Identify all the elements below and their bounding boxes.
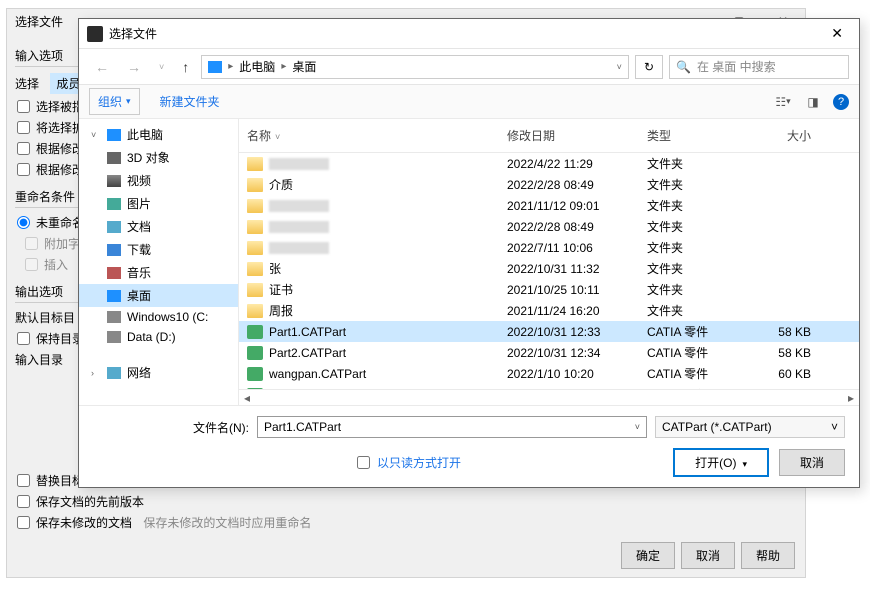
chk-by-change2[interactable]: [17, 163, 30, 176]
chk-save-unchanged[interactable]: [17, 516, 30, 529]
col-name[interactable]: 名称˅: [239, 123, 499, 148]
chk-select-by-ref[interactable]: [17, 100, 30, 113]
col-date[interactable]: 修改日期: [499, 123, 639, 148]
parent-ok-button[interactable]: 确定: [621, 542, 675, 569]
file-row[interactable]: 证书2021/10/25 10:11文件夹: [239, 279, 859, 300]
file-row[interactable]: 周报2021/11/24 16:20文件夹: [239, 300, 859, 321]
parent-cancel-button[interactable]: 取消: [681, 542, 735, 569]
file-row[interactable]: Part2.CATPart2022/10/31 12:34CATIA 零件58 …: [239, 342, 859, 363]
tree-item[interactable]: 文档: [79, 215, 238, 238]
tree-item[interactable]: Windows10 (C:: [79, 307, 238, 327]
address-dropdown[interactable]: ˅: [617, 62, 622, 72]
new-folder-button[interactable]: 新建文件夹: [152, 89, 228, 114]
path-loc[interactable]: 桌面: [292, 58, 316, 75]
default-target-label: 默认目标目: [15, 309, 75, 326]
open-button[interactable]: 打开(O)▾: [673, 448, 769, 477]
chevron-right-icon: ▸: [281, 61, 286, 72]
chk-by-change[interactable]: [17, 142, 30, 155]
col-size[interactable]: 大小: [759, 123, 829, 148]
filetype-filter[interactable]: CATPart (*.CATPart)˅: [655, 416, 845, 438]
chk-keep-dir[interactable]: [17, 332, 30, 345]
tree-item[interactable]: 3D 对象: [79, 146, 238, 169]
readonly-checkbox[interactable]: [357, 456, 370, 469]
parent-help-button[interactable]: 帮助: [741, 542, 795, 569]
filename-input[interactable]: Part1.CATPart˅: [257, 416, 647, 438]
search-input[interactable]: 🔍 在 桌面 中搜索: [669, 55, 849, 79]
refresh-button[interactable]: ↻: [635, 55, 663, 79]
address-bar[interactable]: ▸ 此电脑 ▸ 桌面 ˅: [201, 55, 629, 79]
file-row[interactable]: wangpan.CATPart2022/1/10 10:20CATIA 零件60…: [239, 363, 859, 384]
cancel-button[interactable]: 取消: [779, 449, 845, 476]
app-icon: [87, 26, 103, 42]
nav-forward: →: [121, 55, 147, 79]
select-label: 选择: [15, 75, 39, 92]
nav-recent[interactable]: ˅: [153, 58, 170, 76]
tree-item[interactable]: 下载: [79, 238, 238, 261]
chk-insert: [25, 258, 38, 271]
file-list[interactable]: 2022/4/22 11:29文件夹介质2022/2/28 08:49文件夹20…: [239, 153, 859, 389]
search-placeholder: 在 桌面 中搜索: [697, 58, 776, 75]
location-icon: [208, 61, 222, 73]
radio-unrenamed[interactable]: [17, 216, 30, 229]
file-open-dialog: 选择文件 ✕ ← → ˅ ↑ ▸ 此电脑 ▸ 桌面 ˅ ↻ 🔍 在 桌面 中搜索…: [78, 18, 860, 488]
chevron-right-icon: ▸: [228, 61, 233, 72]
file-row[interactable]: 2022/2/28 08:49文件夹: [239, 216, 859, 237]
file-row[interactable]: 张2022/10/31 11:32文件夹: [239, 258, 859, 279]
view-mode-button[interactable]: ☷ ▾: [773, 94, 793, 110]
chk-expand-select[interactable]: [17, 121, 30, 134]
search-icon: 🔍: [676, 60, 691, 74]
preview-pane-button[interactable]: ◨: [803, 94, 823, 110]
column-headers: 名称˅ 修改日期 类型 大小: [239, 119, 859, 153]
close-button[interactable]: ✕: [823, 21, 851, 46]
file-row[interactable]: 2022/7/11 10:06文件夹: [239, 237, 859, 258]
chk-save-prev[interactable]: [17, 495, 30, 508]
file-row[interactable]: 2021/11/12 09:01文件夹: [239, 195, 859, 216]
dialog-title: 选择文件: [109, 25, 157, 42]
tree-item[interactable]: 图片: [79, 192, 238, 215]
help-icon[interactable]: ?: [833, 94, 849, 110]
organize-button[interactable]: 组织▾: [89, 88, 140, 115]
tree-item[interactable]: 桌面: [79, 284, 238, 307]
folder-tree[interactable]: ˅此电脑3D 对象视频图片文档下载音乐桌面Windows10 (C:Data (…: [79, 119, 239, 405]
nav-back[interactable]: ←: [89, 55, 115, 79]
path-root[interactable]: 此电脑: [239, 58, 275, 75]
tree-item[interactable]: Data (D:): [79, 327, 238, 347]
input-dir-label: 输入目录: [15, 351, 63, 368]
tree-item[interactable]: ˅此电脑: [79, 123, 238, 146]
nav-up[interactable]: ↑: [176, 55, 195, 79]
filename-label: 文件名(N):: [93, 419, 249, 436]
horizontal-scrollbar[interactable]: ◂▸: [239, 389, 859, 405]
file-row[interactable]: 2022/4/22 11:29文件夹: [239, 153, 859, 174]
chk-append-char: [25, 237, 38, 250]
file-row[interactable]: 介质2022/2/28 08:49文件夹: [239, 174, 859, 195]
chk-replace-target[interactable]: [17, 474, 30, 487]
tree-item[interactable]: ›网络: [79, 361, 238, 384]
tree-item[interactable]: 视频: [79, 169, 238, 192]
col-type[interactable]: 类型: [639, 123, 759, 148]
file-row[interactable]: Part1.CATPart2022/10/31 12:33CATIA 零件58 …: [239, 321, 859, 342]
tree-item[interactable]: 音乐: [79, 261, 238, 284]
